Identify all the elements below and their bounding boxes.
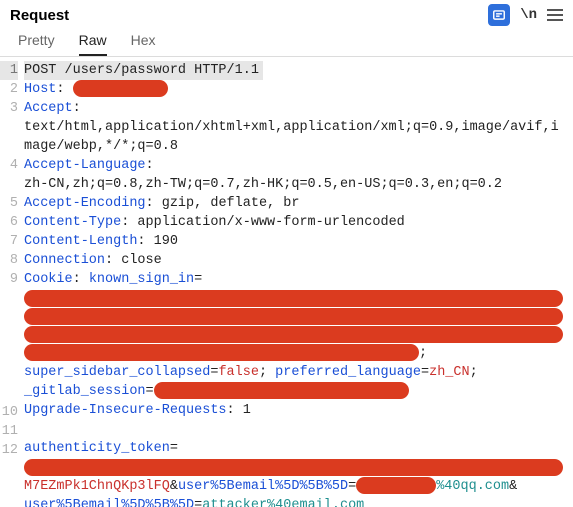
body-param2-val: attacker%40email.com (202, 498, 364, 507)
header-key-accept: Accept (24, 101, 73, 116)
line-number (0, 460, 18, 479)
view-tabs: Pretty Raw Hex (0, 26, 573, 57)
line-number: 1 (0, 61, 18, 80)
header-key-accept-encoding: Accept-Encoding (24, 196, 146, 211)
header-val-accept-language: zh-CN,zh;q=0.8,zh-TW;q=0.7,zh-HK;q=0.5,e… (24, 175, 565, 194)
cookie-val-preflang: zh_CN (429, 365, 470, 380)
cookie-val-sidebar: false (218, 365, 259, 380)
header-val-uir: 1 (243, 403, 251, 418)
header-val-content-type: application/x-www-form-urlencoded (137, 215, 404, 230)
line-gutter: 1 2 3 4 5 6 7 8 9 10 11 12 (0, 61, 20, 507)
body-param1-key: user%5Bemail%5D%5B%5D (178, 479, 348, 494)
header-key-cookie: Cookie (24, 272, 73, 287)
raw-editor[interactable]: 1 2 3 4 5 6 7 8 9 10 11 12 POST /users/p… (0, 57, 573, 507)
tab-pretty[interactable]: Pretty (18, 32, 55, 56)
line-number: 12 (0, 441, 18, 460)
line-number (0, 289, 18, 308)
header-val-accept: text/html,application/xhtml+xml,applicat… (24, 118, 565, 156)
line-number (0, 479, 18, 498)
redacted-cookie-line (24, 326, 563, 343)
line-number (0, 118, 18, 137)
line-number: 7 (0, 232, 18, 251)
body-key-authenticity-token: authenticity_token (24, 441, 170, 456)
cookie-key-known-sign-in: known_sign_in (89, 272, 194, 287)
cookie-key-sidebar: super_sidebar_collapsed (24, 365, 210, 380)
body-token-tail: M7EZmPk1ChnQKp3lFQ (24, 479, 170, 494)
header-key-connection: Connection (24, 253, 105, 268)
newline-toggle[interactable]: \n (520, 7, 537, 23)
line-number: 2 (0, 80, 18, 99)
line-number (0, 498, 18, 507)
line-number: 11 (0, 422, 18, 441)
cookie-key-preflang: preferred_language (275, 365, 421, 380)
line-number: 9 (0, 270, 18, 289)
redacted-host (73, 80, 168, 97)
line-number (0, 137, 18, 156)
line-number: 4 (0, 156, 18, 175)
render-display-icon[interactable] (488, 4, 510, 26)
line-number: 6 (0, 213, 18, 232)
header-key-host: Host (24, 82, 56, 97)
header-val-connection: close (121, 253, 162, 268)
tab-hex[interactable]: Hex (131, 32, 156, 56)
redacted-cookie-line (24, 344, 419, 361)
line-number (0, 327, 18, 346)
line-number (0, 308, 18, 327)
header-key-uir: Upgrade-Insecure-Requests (24, 403, 227, 418)
toolbar-right: \n (488, 4, 563, 26)
code-body[interactable]: POST /users/password HTTP/1.1 Host: Acce… (20, 61, 573, 507)
redacted-session (154, 382, 409, 399)
body-param2-key: user%5Bemail%5D%5B%5D (24, 498, 194, 507)
line-number (0, 346, 18, 365)
header-val-content-length: 190 (154, 234, 178, 249)
header-key-content-type: Content-Type (24, 215, 121, 230)
header-key-accept-language: Accept-Language (24, 158, 146, 173)
line-number (0, 175, 18, 194)
request-line: POST /users/password HTTP/1.1 (24, 61, 263, 80)
header-key-content-length: Content-Length (24, 234, 137, 249)
body-param1-tail: %40qq.com (436, 479, 509, 494)
redacted-token-line (24, 459, 563, 476)
redacted-cookie-line (24, 290, 563, 307)
line-number: 5 (0, 194, 18, 213)
tab-raw[interactable]: Raw (79, 32, 107, 56)
hamburger-menu-icon[interactable] (547, 9, 563, 21)
redacted-cookie-line (24, 308, 563, 325)
cookie-key-gitlab-session: _gitlab_session (24, 384, 146, 399)
line-number: 3 (0, 99, 18, 118)
line-number (0, 384, 18, 403)
line-number: 10 (0, 403, 18, 422)
line-number (0, 365, 18, 384)
line-number: 8 (0, 251, 18, 270)
panel-title: Request (10, 7, 69, 24)
header-val-accept-encoding: gzip, deflate, br (162, 196, 300, 211)
redacted-email (356, 477, 436, 494)
